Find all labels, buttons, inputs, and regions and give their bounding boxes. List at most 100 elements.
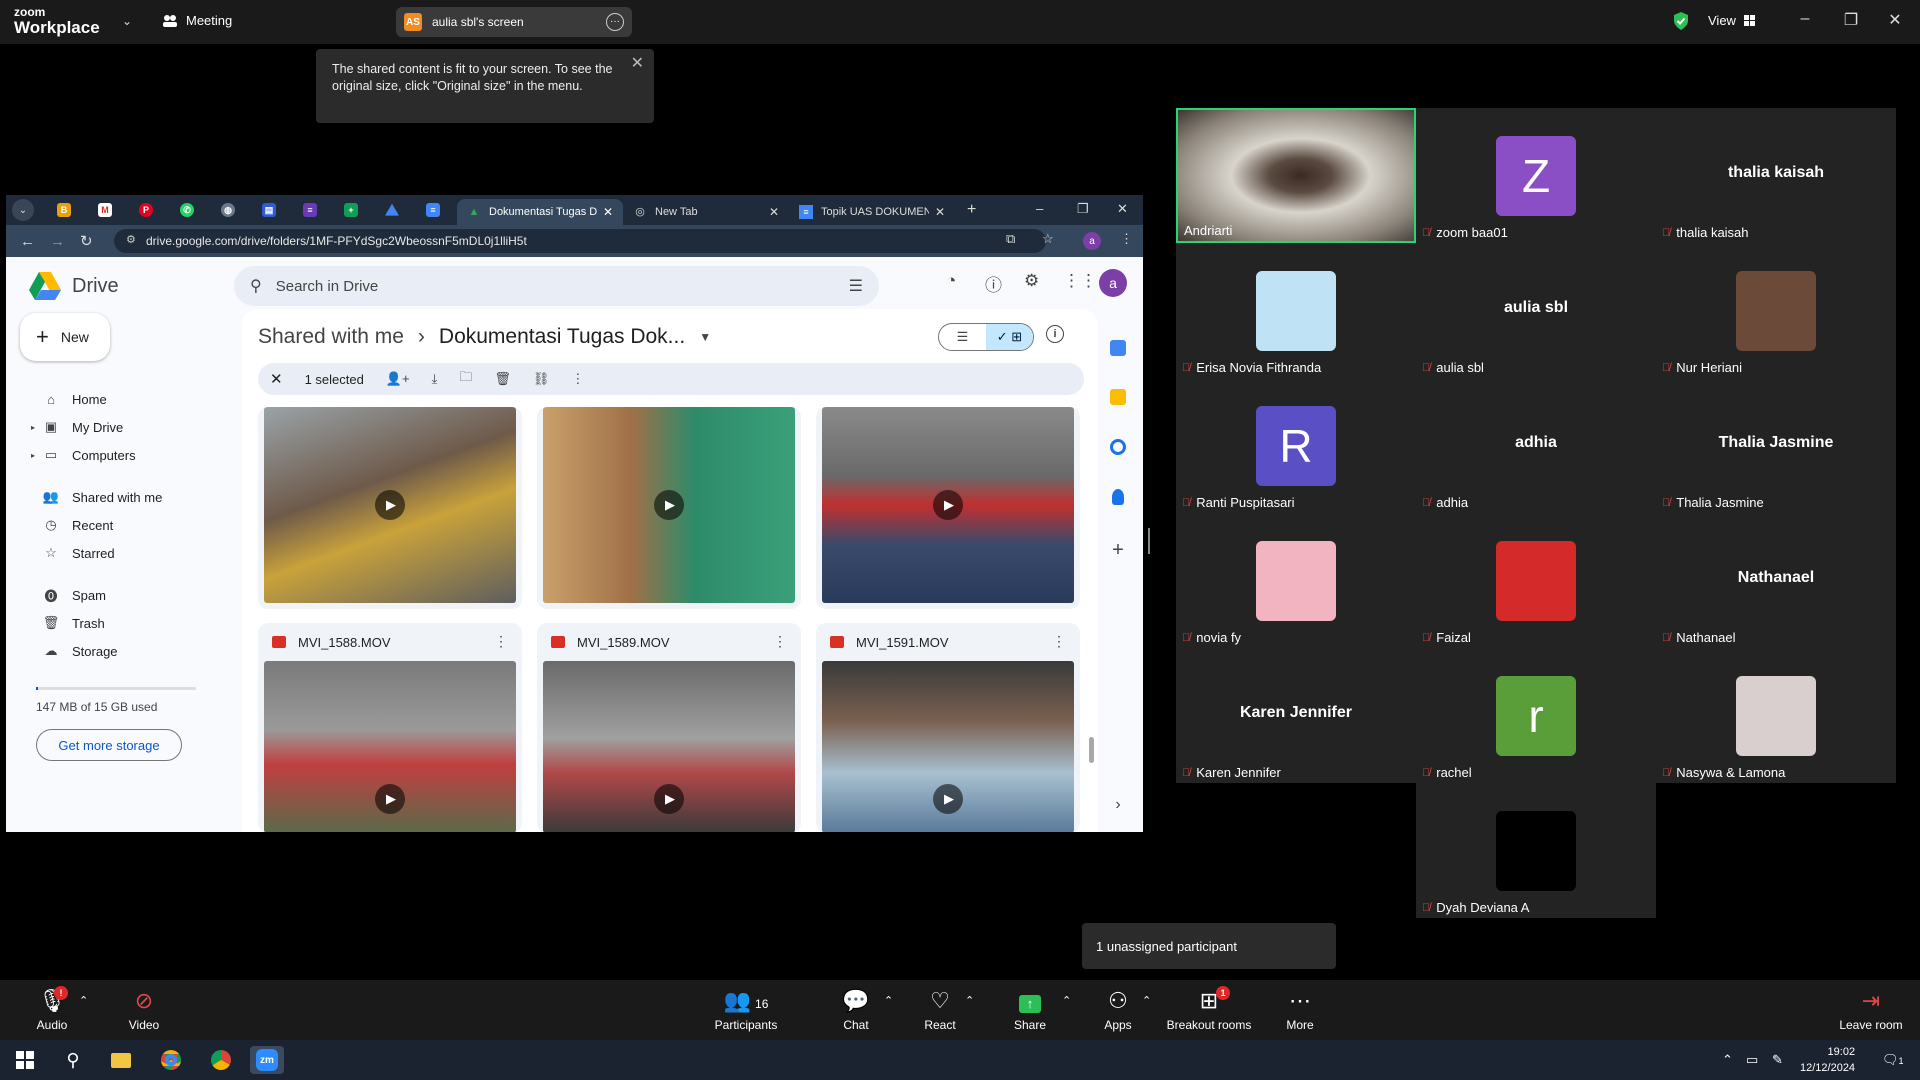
pinned-tab[interactable]: B	[50, 195, 78, 225]
breadcrumb-parent[interactable]: Shared with me	[258, 325, 404, 349]
pinned-tab[interactable]: M	[91, 195, 119, 225]
participant-tile[interactable]: 🎙̸ Erisa Novia Fithranda	[1176, 243, 1416, 378]
apps-options-caret-icon[interactable]: ⌃	[1142, 994, 1151, 1007]
chat-button[interactable]: 💬 Chat	[836, 988, 876, 1032]
calendar-side-icon[interactable]	[1110, 340, 1126, 356]
pinned-tab[interactable]	[378, 195, 406, 225]
participant-tile[interactable]: thalia kaisah 🎙̸ thalia kaisah	[1656, 108, 1896, 243]
minimize-icon[interactable]: –	[1036, 201, 1043, 216]
site-settings-icon[interactable]: ⚙	[126, 233, 136, 246]
pinned-tab[interactable]: ◍	[214, 195, 242, 225]
play-icon[interactable]: ▶	[654, 490, 684, 520]
more-actions-icon[interactable]: ⋮	[571, 371, 584, 387]
show-hidden-icons-icon[interactable]: ⌃	[1722, 1052, 1733, 1068]
tab-search-icon[interactable]: ⌄	[12, 199, 34, 221]
nav-my-drive[interactable]: ▸ ▣ My Drive	[28, 415, 123, 439]
video-file-tile[interactable]: MVI_1591.MOV ⋮ ▶	[816, 623, 1080, 832]
participant-tile[interactable]: Thalia Jasmine 🎙̸ Thalia Jasmine	[1656, 378, 1896, 513]
meeting-menu[interactable]: Meeting	[162, 13, 232, 28]
search-icon[interactable]: ⚲	[250, 276, 262, 296]
tab-dokumentasi[interactable]: ▲ Dokumentasi Tugas D... ✕	[457, 199, 623, 225]
keep-side-icon[interactable]	[1110, 389, 1126, 405]
drive-logo[interactable]: Drive	[28, 271, 119, 301]
participant-tile[interactable]: aulia sbl 🎙̸ aulia sbl	[1416, 243, 1656, 378]
list-view-icon[interactable]: ☰	[939, 324, 986, 350]
react-button[interactable]: ♡ React	[920, 988, 960, 1032]
forward-icon[interactable]: →	[50, 233, 66, 250]
play-icon[interactable]: ▶	[375, 783, 405, 814]
view-menu[interactable]: View	[1708, 13, 1755, 28]
close-tab-icon[interactable]: ✕	[769, 205, 779, 219]
close-tab-icon[interactable]: ✕	[935, 205, 945, 219]
browser-menu-icon[interactable]: ⋮	[1120, 231, 1133, 247]
share-button[interactable]: ↑ Share	[1010, 988, 1050, 1032]
video-file-tile[interactable]: ▶	[537, 407, 801, 609]
drive-search-bar[interactable]: ⚲ Search in Drive ☰	[234, 266, 879, 306]
more-options-icon[interactable]: ···	[606, 13, 624, 31]
nav-spam[interactable]: ⓿ Spam	[28, 583, 105, 607]
pinned-tab[interactable]: P	[132, 195, 160, 225]
move-folder-icon[interactable]: 🗀	[459, 368, 472, 390]
network-icon[interactable]: ▭	[1746, 1052, 1758, 1068]
leave-room-button[interactable]: ⇥ Leave room	[1836, 988, 1906, 1032]
participant-tile[interactable]: R 🎙̸ Ranti Puspitasari	[1176, 378, 1416, 513]
start-windows-icon[interactable]	[8, 1046, 42, 1074]
get-more-storage-button[interactable]: Get more storage	[36, 729, 182, 761]
video-file-tile[interactable]: ▶	[816, 407, 1080, 609]
tasks-side-icon[interactable]	[1110, 439, 1126, 455]
restore-icon[interactable]: ❐	[1836, 10, 1866, 30]
account-avatar[interactable]: a	[1099, 269, 1127, 297]
reload-icon[interactable]: ↻	[80, 232, 96, 250]
chrome-icon[interactable]	[154, 1046, 188, 1074]
new-tab-icon[interactable]: +	[967, 201, 976, 219]
expand-panel-icon[interactable]: ›	[1110, 797, 1126, 813]
close-icon[interactable]: ✕	[631, 55, 644, 72]
notifications-icon[interactable]: 🗨1	[1882, 1052, 1904, 1068]
participant-tile[interactable]: 🎙̸ Dyah Deviana A	[1416, 783, 1656, 918]
profile-avatar[interactable]: a	[1083, 232, 1101, 250]
participant-tile[interactable]: Nathanael 🎙̸ Nathanael	[1656, 513, 1896, 648]
participant-tile[interactable]: 🎙̸ novia fy	[1176, 513, 1416, 648]
restore-icon[interactable]: ❐	[1077, 201, 1089, 217]
close-tab-icon[interactable]: ✕	[603, 205, 613, 219]
nav-starred[interactable]: ☆ Starred	[28, 541, 114, 565]
nav-home[interactable]: ⌂ Home	[28, 387, 107, 411]
close-icon[interactable]: ✕	[1880, 10, 1910, 30]
details-info-icon[interactable]: i	[1046, 325, 1064, 343]
audio-options-caret-icon[interactable]: ⌃	[79, 994, 88, 1007]
expand-caret-icon[interactable]: ▸	[31, 423, 35, 432]
play-icon[interactable]: ▶	[933, 490, 963, 520]
video-file-tile[interactable]: ▶	[258, 407, 522, 609]
breakout-rooms-button[interactable]: ⊞ 1 Breakout rooms	[1164, 986, 1254, 1032]
offline-ready-icon[interactable]: ◔	[946, 271, 956, 291]
video-file-tile[interactable]: MVI_1589.MOV ⋮ ▶	[537, 623, 801, 832]
expand-caret-icon[interactable]: ▸	[31, 451, 35, 460]
install-app-icon[interactable]: ⧉	[1006, 231, 1015, 247]
contacts-side-icon[interactable]	[1112, 489, 1124, 505]
participant-tile[interactable]: 🎙̸ Nasywa & Lamona	[1656, 648, 1896, 783]
help-icon[interactable]: ⓘ	[985, 271, 1002, 296]
nav-trash[interactable]: 🗑 Trash	[28, 611, 105, 635]
share-person-icon[interactable]: 👤+	[386, 371, 410, 387]
pinned-tab[interactable]: ✆	[173, 195, 201, 225]
share-options-caret-icon[interactable]: ⌃	[1062, 994, 1071, 1007]
participant-tile[interactable]: Karen Jennifer 🎙̸ Karen Jennifer	[1176, 648, 1416, 783]
pinned-tab[interactable]: ≡	[296, 195, 324, 225]
split-view-handle[interactable]	[1148, 528, 1150, 554]
nav-computers[interactable]: ▸ ▭ Computers	[28, 443, 136, 467]
address-bar[interactable]: ⚙ drive.google.com/drive/folders/1MF-PFY…	[114, 229, 1046, 253]
screen-share-pill[interactable]: AS aulia sbl's screen ···	[396, 7, 632, 37]
video-button[interactable]: ⊘ Video	[124, 988, 164, 1032]
participant-tile[interactable]: r 🎙̸ rachel	[1416, 648, 1656, 783]
tab-topik-uas[interactable]: ≡ Topik UAS DOKUMEN ✕	[789, 199, 955, 225]
video-file-tile[interactable]: MVI_1588.MOV ⋮ ▶	[258, 623, 522, 832]
bookmark-star-icon[interactable]: ☆	[1042, 231, 1054, 247]
add-addon-icon[interactable]: +	[1110, 540, 1126, 560]
participant-tile[interactable]: adhia 🎙̸ adhia	[1416, 378, 1656, 513]
nav-recent[interactable]: ◷ Recent	[28, 513, 113, 537]
pinned-tab[interactable]: +	[337, 195, 365, 225]
grid-view-icon[interactable]: ✓ ⊞	[986, 324, 1033, 350]
chevron-down-icon[interactable]: ⌄	[122, 14, 132, 28]
play-icon[interactable]: ▶	[375, 490, 405, 520]
google-apps-icon[interactable]: ⋮⋮	[1063, 271, 1097, 291]
